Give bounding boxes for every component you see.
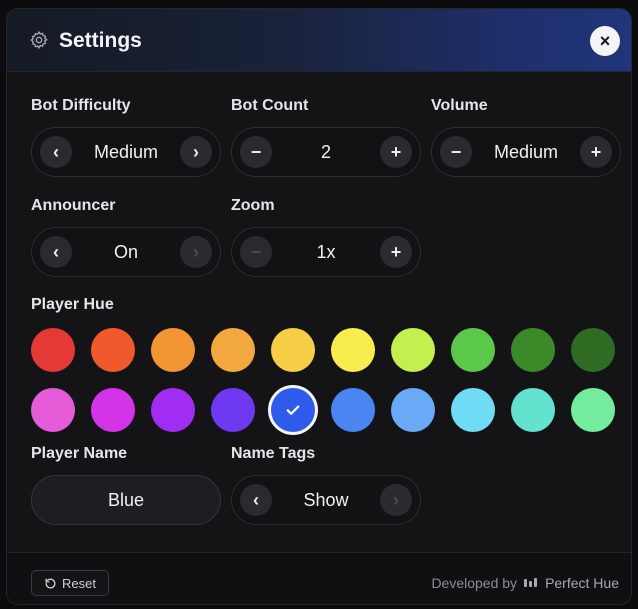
reset-button[interactable]: Reset xyxy=(31,570,109,596)
player-name-label: Player Name xyxy=(31,445,128,462)
volume-label: Volume xyxy=(431,97,488,114)
bot-difficulty-next-button[interactable]: › xyxy=(180,136,212,168)
bot-difficulty-selector: ‹ Medium › xyxy=(31,127,221,177)
name-tags-next-button[interactable]: › xyxy=(380,484,412,516)
brand-name[interactable]: Perfect Hue xyxy=(545,575,619,591)
name-tags-prev-button[interactable]: ‹ xyxy=(240,484,272,516)
settings-footer: Reset Developed by Perfect Hue xyxy=(7,552,631,604)
check-icon xyxy=(271,388,315,432)
plus-icon: + xyxy=(390,242,402,262)
player-hue-label: Player Hue xyxy=(31,296,114,313)
announcer-label: Announcer xyxy=(31,197,116,214)
reset-label: Reset xyxy=(62,575,96,591)
zoom-increment-button[interactable]: + xyxy=(380,236,412,268)
hue-swatch[interactable] xyxy=(331,388,375,432)
zoom-decrement-button[interactable]: − xyxy=(240,236,272,268)
chevron-right-icon: › xyxy=(393,490,399,510)
hue-swatch[interactable] xyxy=(331,328,375,372)
bot-count-value: 2 xyxy=(320,141,331,162)
developed-by-text: Developed by xyxy=(431,575,518,591)
chevron-left-icon: ‹ xyxy=(53,242,59,262)
bot-difficulty-label: Bot Difficulty xyxy=(31,97,131,114)
chevron-left-icon: ‹ xyxy=(53,142,59,162)
volume-increment-button[interactable]: + xyxy=(580,136,612,168)
close-icon: × xyxy=(599,31,611,51)
reset-icon xyxy=(45,578,56,588)
minus-icon: − xyxy=(250,142,262,162)
bot-count-label: Bot Count xyxy=(231,97,309,114)
hue-swatch[interactable] xyxy=(91,388,135,432)
bot-difficulty-prev-button[interactable]: ‹ xyxy=(40,136,72,168)
hue-swatch[interactable] xyxy=(31,328,75,372)
chevron-right-icon: › xyxy=(193,142,199,162)
volume-decrement-button[interactable]: − xyxy=(440,136,472,168)
announcer-selector: ‹ On › xyxy=(31,227,221,277)
settings-header: Settings × xyxy=(7,9,631,72)
hue-swatch[interactable] xyxy=(451,388,495,432)
hue-swatch[interactable] xyxy=(391,328,435,372)
page-title: Settings xyxy=(59,29,142,52)
hue-swatch[interactable] xyxy=(391,388,435,432)
minus-icon: − xyxy=(250,242,262,262)
bot-count-decrement-button[interactable]: − xyxy=(240,136,272,168)
announcer-prev-button[interactable]: ‹ xyxy=(40,236,72,268)
hue-swatch[interactable] xyxy=(151,328,195,372)
close-button[interactable]: × xyxy=(590,26,620,56)
announcer-next-button[interactable]: › xyxy=(180,236,212,268)
hue-swatch[interactable] xyxy=(211,328,255,372)
settings-panel: Settings × Bot Difficulty ‹ Medium › Bot… xyxy=(6,8,632,605)
chevron-right-icon: › xyxy=(193,242,199,262)
chevron-left-icon: ‹ xyxy=(253,490,259,510)
hue-swatch[interactable] xyxy=(91,328,135,372)
name-tags-label: Name Tags xyxy=(231,445,316,462)
bot-difficulty-value: Medium xyxy=(93,141,159,162)
brand-logo-icon xyxy=(524,578,538,587)
zoom-value: 1x xyxy=(316,241,336,262)
hue-swatch[interactable] xyxy=(271,388,315,432)
name-tags-selector: ‹ Show › xyxy=(231,475,421,525)
bot-count-increment-button[interactable]: + xyxy=(380,136,412,168)
hue-swatch[interactable] xyxy=(151,388,195,432)
hue-swatch[interactable] xyxy=(31,388,75,432)
minus-icon: − xyxy=(450,142,462,162)
zoom-stepper: − 1x + xyxy=(231,227,421,277)
hue-swatch[interactable] xyxy=(451,328,495,372)
hue-swatch[interactable] xyxy=(511,388,555,432)
hue-swatch[interactable] xyxy=(271,328,315,372)
zoom-label: Zoom xyxy=(231,197,275,214)
hue-swatch[interactable] xyxy=(571,388,615,432)
plus-icon: + xyxy=(390,142,402,162)
bot-count-stepper: − 2 + xyxy=(231,127,421,177)
plus-icon: + xyxy=(590,142,602,162)
gear-icon xyxy=(30,30,48,50)
volume-value: Medium xyxy=(493,141,559,162)
player-name-input[interactable]: Blue xyxy=(31,475,221,525)
hue-swatch[interactable] xyxy=(211,388,255,432)
developer-credit: Developed by Perfect Hue xyxy=(431,575,619,591)
name-tags-value: Show xyxy=(303,489,349,510)
volume-stepper: − Medium + xyxy=(431,127,621,177)
hue-swatch[interactable] xyxy=(571,328,615,372)
hue-swatch[interactable] xyxy=(511,328,555,372)
announcer-value: On xyxy=(113,241,138,262)
